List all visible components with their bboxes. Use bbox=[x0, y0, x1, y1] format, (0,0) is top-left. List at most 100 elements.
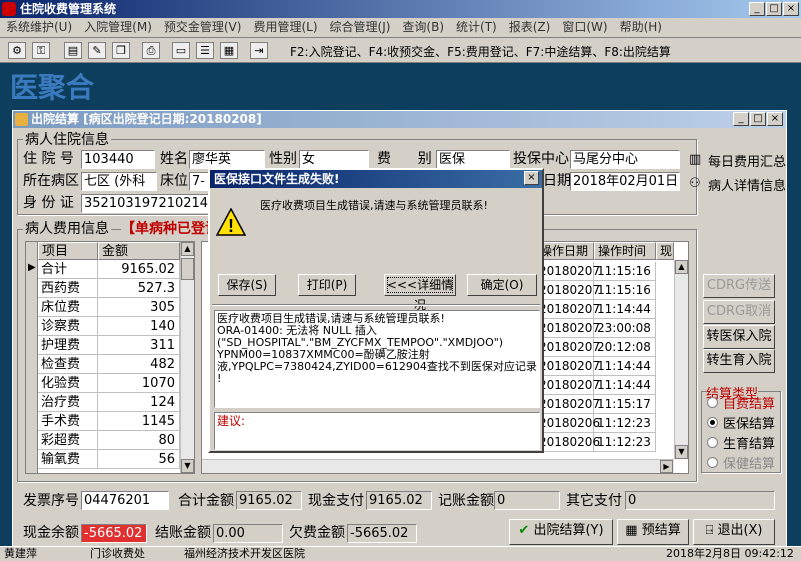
pre-settle-button[interactable]: ▦ 预结算 bbox=[617, 519, 689, 545]
settle-radio[interactable] bbox=[707, 437, 718, 448]
status-bar: 黄建萍 门诊收费处 福州经济技术开发区医院 2018年2月8日 09:42:12 bbox=[0, 546, 801, 560]
connect-icon[interactable]: ⚙ bbox=[8, 42, 26, 59]
invoice-field[interactable]: 04476201 bbox=[81, 491, 169, 510]
ward-field[interactable]: 七区 (外科 bbox=[81, 172, 157, 191]
fee-amount-cell: 56 bbox=[98, 450, 180, 469]
fee-table-scrollbar[interactable]: ▲ ▼ bbox=[180, 242, 194, 473]
ops-time-cell: 11:12:23 bbox=[594, 414, 656, 433]
close-button[interactable]: × bbox=[783, 2, 799, 16]
menu-item[interactable]: 系统维护(U) bbox=[0, 18, 78, 37]
name-field[interactable]: 廖华英 bbox=[189, 150, 265, 169]
exit-window-label: 退出(X) bbox=[717, 523, 763, 538]
transfer-insured-button[interactable]: 转医保入院 bbox=[703, 325, 775, 349]
date-field[interactable]: 2018年02月01日 bbox=[570, 172, 680, 191]
maximize-button[interactable]: □ bbox=[766, 2, 782, 16]
daily-summary-link[interactable]: 每日费用汇总 bbox=[708, 151, 786, 170]
error-details-text[interactable]: 医疗收费项目生成错误,请速与系统管理员联系! ORA-01400: 无法将 NUL… bbox=[214, 310, 540, 408]
menu-item[interactable]: 报表(Z) bbox=[503, 18, 557, 37]
suggestion-text[interactable]: 建议: bbox=[214, 412, 540, 450]
menu-item[interactable]: 综合管理(J) bbox=[324, 18, 397, 37]
discharge-settle-button[interactable]: ✔ 出院结算(Y) bbox=[509, 519, 613, 545]
win-maximize-button[interactable]: □ bbox=[750, 112, 766, 126]
menu-item[interactable]: 统计(T) bbox=[450, 18, 503, 37]
insurer-field[interactable]: 马尾分中心 bbox=[570, 150, 680, 169]
exit-icon[interactable]: ⇥ bbox=[250, 42, 268, 59]
settle-radio[interactable] bbox=[707, 417, 718, 428]
card-icon[interactable]: ▭ bbox=[172, 42, 190, 59]
ops-date-cell: 20180207 bbox=[536, 281, 600, 300]
admission-no-field[interactable]: 103440 bbox=[81, 150, 155, 169]
fee-item-cell: 床位费 bbox=[38, 298, 98, 317]
cur-balance-label: 现金余额 bbox=[23, 525, 79, 541]
fee-item-cell: 治疗费 bbox=[38, 393, 98, 412]
fee-amount-cell: 305 bbox=[98, 298, 180, 317]
account-field: 0 bbox=[494, 491, 560, 510]
fee-type-field[interactable]: 医保 bbox=[436, 150, 510, 169]
transfer-maternity-button[interactable]: 转生育入院 bbox=[703, 349, 775, 373]
cash-label: 现金支付 bbox=[308, 493, 364, 509]
win-minimize-button[interactable]: _ bbox=[733, 112, 749, 126]
cdrg-cancel-button[interactable]: CDRG取消 bbox=[703, 300, 775, 324]
report-icon[interactable]: ☰ bbox=[196, 42, 214, 59]
ops-time-cell: 11:14:44 bbox=[594, 357, 656, 376]
fee-type-label: 费 别 bbox=[377, 151, 432, 167]
cash-field: 9165.02 bbox=[366, 491, 432, 510]
menu-item[interactable]: 费用管理(L) bbox=[247, 18, 323, 37]
fee-header-item: 项目 bbox=[38, 242, 98, 260]
other-field: 0 bbox=[625, 491, 775, 510]
settle-option-label: 自费结算 bbox=[723, 397, 776, 412]
owe-amount-field: -5665.02 bbox=[347, 524, 417, 543]
fee-table: ▶ 项目 金额 合计 9165.02 西药费 527.3 床位费 305 诊察费 140 护理费… bbox=[25, 241, 195, 474]
settle-option-label: 保健结算 bbox=[723, 457, 776, 472]
menu-item[interactable]: 帮助(H) bbox=[614, 18, 668, 37]
print-icon[interactable]: ⎙ bbox=[142, 42, 160, 59]
ops-table-scrollbar[interactable]: ▲ ▼ bbox=[674, 260, 688, 459]
fee-item-cell: 手术费 bbox=[38, 412, 98, 431]
error-detail-line: ! bbox=[217, 372, 222, 385]
edit-icon[interactable]: ✎ bbox=[88, 42, 106, 59]
status-hospital: 福州经济技术开发区医院 bbox=[184, 547, 305, 560]
win-close-button[interactable]: × bbox=[767, 112, 783, 126]
gender-field[interactable]: 女 bbox=[299, 150, 369, 169]
id-field[interactable]: 352103197210214524 bbox=[81, 194, 209, 213]
copy-icon[interactable]: ❐ bbox=[112, 42, 130, 59]
fee-amount-cell: 482 bbox=[98, 355, 180, 374]
menu-item[interactable]: 预交金管理(V) bbox=[158, 18, 248, 37]
ok-button[interactable]: 确定(O) bbox=[467, 274, 537, 296]
fee-item-cell: 彩超费 bbox=[38, 431, 98, 450]
settle-option-label: 医保结算 bbox=[723, 417, 776, 432]
settle-radio[interactable] bbox=[707, 397, 718, 408]
settle-radio[interactable] bbox=[707, 457, 718, 468]
key-icon[interactable]: ⚿ bbox=[32, 42, 50, 59]
dialog-separator bbox=[212, 304, 540, 306]
menu-item[interactable]: 窗口(W) bbox=[556, 18, 613, 37]
save-button[interactable]: 保存(S) bbox=[218, 274, 276, 296]
calculator-icon[interactable]: ▦ bbox=[220, 42, 238, 59]
table-icon: ▦ bbox=[625, 523, 638, 538]
dialog-close-button[interactable]: × bbox=[524, 171, 539, 185]
menu-item[interactable]: 查询(B) bbox=[396, 18, 450, 37]
fee-item-cell: 西药费 bbox=[38, 279, 98, 298]
minimize-button[interactable]: _ bbox=[749, 2, 765, 16]
cdrg-send-button[interactable]: CDRG传送 bbox=[703, 274, 775, 298]
document-icon[interactable]: ▤ bbox=[64, 42, 82, 59]
status-dept: 门诊收费处 bbox=[90, 547, 145, 560]
fee-item-cell: 输氧费 bbox=[38, 450, 98, 469]
ops-hscrollbar[interactable]: ▶ bbox=[202, 459, 674, 473]
fee-info-heading: 病人费用信息 bbox=[23, 219, 111, 239]
insurer-label: 投保中心 bbox=[513, 151, 569, 167]
app-logo-icon bbox=[2, 2, 16, 16]
patient-detail-icon: ⚇ bbox=[689, 176, 701, 191]
fee-item-cell: 合计 bbox=[38, 260, 98, 279]
door-icon: ⍈ bbox=[705, 523, 714, 538]
patient-detail-link[interactable]: 病人详情信息 bbox=[708, 175, 786, 194]
name-label: 姓名 bbox=[160, 151, 188, 167]
ops-time-cell: 11:14:44 bbox=[594, 376, 656, 395]
details-button[interactable]: <<<详细情况 bbox=[384, 274, 456, 312]
ops-date-cell: 20180206 bbox=[536, 433, 600, 452]
menu-item[interactable]: 入院管理(M) bbox=[78, 18, 158, 37]
window-title: 出院结算 [病区出院登记日期:20180208] bbox=[13, 111, 786, 128]
print-button[interactable]: 打印(P) bbox=[298, 274, 356, 296]
bed-field[interactable]: 7- bbox=[189, 172, 209, 191]
exit-window-button[interactable]: ⍈ 退出(X) bbox=[693, 519, 775, 545]
